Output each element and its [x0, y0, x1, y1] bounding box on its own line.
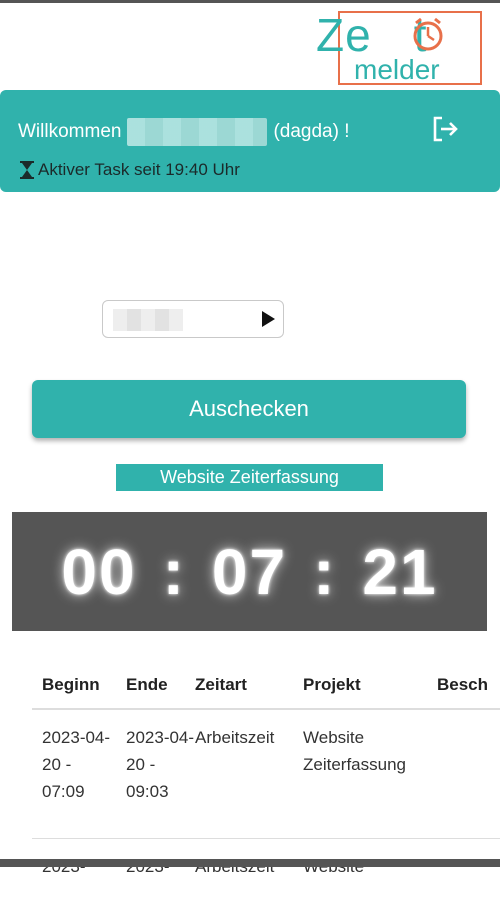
table-row[interactable]: 2023- 2023- Arbeitszeit Website: [32, 839, 500, 899]
table-header: Beginn Ende Zeitart Projekt Besch: [32, 660, 500, 710]
cell-zeitart: Arbeitszeit: [195, 728, 275, 747]
checkout-button[interactable]: Auschecken: [32, 380, 466, 438]
column-header-beginn[interactable]: Beginn: [42, 675, 112, 695]
logout-icon[interactable]: [430, 114, 460, 144]
active-task-status: Aktiver Task seit 19:40 Uhr: [20, 160, 240, 180]
welcome-greeting: Willkommen: [18, 121, 122, 142]
zeitmelder-logo: Ze t melder: [316, 8, 486, 88]
timer-seconds: 21: [362, 535, 438, 608]
logo-text-melder: melder: [354, 54, 440, 85]
cell-projekt: Website Zeiterfassung: [303, 728, 406, 774]
timer-minutes: 07: [211, 535, 288, 608]
column-header-beschreibung[interactable]: Besch: [437, 675, 500, 695]
hourglass-icon: [20, 161, 34, 179]
current-project-badge: Website Zeiterfassung: [116, 464, 383, 491]
clock-icon: [413, 17, 443, 51]
bottom-edge: [0, 859, 500, 867]
welcome-banner: Willkommen (dagda) ! Aktiver Task seit 1…: [0, 90, 500, 192]
column-header-ende[interactable]: Ende: [126, 675, 196, 695]
username-redacted: [127, 118, 268, 146]
timer-separator: :: [162, 535, 186, 608]
username-suffix: (dagda) !: [273, 121, 350, 142]
cell-beginn: 2023-04-20 - 07:09: [42, 728, 111, 801]
table-row[interactable]: 2023-04-20 - 07:09 2023-04-20 - 09:03 Ar…: [32, 710, 500, 839]
active-task-text: Aktiver Task seit 19:40 Uhr: [38, 160, 240, 179]
column-header-projekt[interactable]: Projekt: [303, 675, 443, 695]
timer-hours: 00: [61, 535, 137, 608]
timer-separator: :: [313, 535, 337, 608]
column-header-zeitart[interactable]: Zeitart: [195, 675, 305, 695]
cell-ende: 2023-04-20 - 09:03: [126, 728, 195, 801]
welcome-line: Willkommen (dagda) !: [18, 118, 350, 146]
top-edge: [0, 0, 500, 3]
project-select-value-redacted: [113, 309, 183, 331]
elapsed-timer: 00 : 07 : 21: [12, 512, 487, 631]
project-select[interactable]: [102, 300, 284, 338]
play-arrow-icon[interactable]: [262, 311, 275, 327]
